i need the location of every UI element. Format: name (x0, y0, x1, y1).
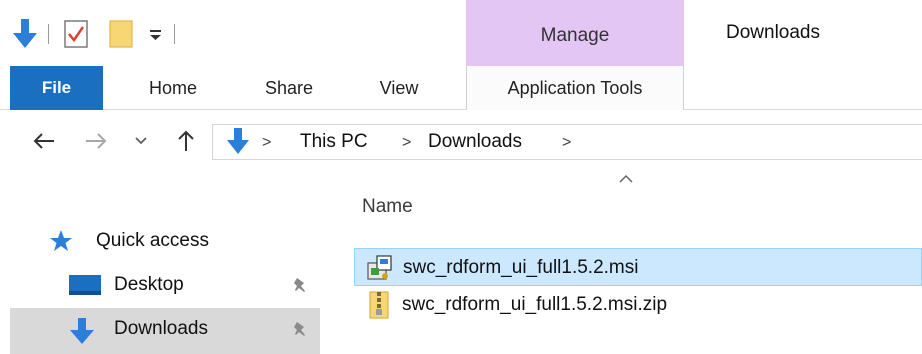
nav-item-desktop[interactable]: Desktop (10, 264, 320, 306)
file-name: swc_rdform_ui_full1.5.2.msi (403, 257, 639, 278)
title-bar: Manage Downloads (0, 0, 922, 66)
up-button[interactable] (166, 126, 206, 156)
back-arrow-icon (33, 133, 54, 149)
qat-properties-button[interactable] (62, 16, 90, 52)
properties-icon (64, 20, 88, 48)
qat-customize-dropdown[interactable] (148, 16, 164, 52)
file-row[interactable]: swc_rdform_ui_full1.5.2.msi (354, 248, 922, 286)
qat-new-folder-button[interactable] (108, 16, 134, 52)
download-arrow-icon (13, 19, 37, 48)
qat-separator (48, 24, 49, 44)
customize-dropdown-icon (150, 30, 161, 40)
breadcrumb-downloads[interactable]: Downloads (428, 131, 522, 153)
tab-application-tools[interactable]: Application Tools (466, 66, 684, 110)
window-title: Downloads (726, 22, 820, 43)
file-row[interactable]: swc_rdform_ui_full1.5.2.msi.zip (354, 286, 922, 324)
address-row: > This PC > Downloads > (0, 114, 922, 168)
ribbon-tabs: File Home Share View Application Tools (0, 66, 922, 110)
nav-label-desktop: Desktop (114, 274, 184, 295)
download-arrow-icon (227, 128, 249, 154)
new-folder-icon (109, 20, 133, 48)
file-name: swc_rdform_ui_full1.5.2.msi.zip (402, 294, 668, 315)
recent-locations-button[interactable] (126, 126, 156, 156)
nav-label-quick-access: Quick access (96, 230, 209, 251)
desktop-icon (69, 275, 101, 295)
column-header-name[interactable]: Name (362, 196, 413, 218)
pin-icon[interactable] (292, 276, 308, 294)
pin-icon[interactable] (292, 320, 308, 338)
up-arrow-icon (178, 130, 194, 151)
qat-download-button[interactable] (12, 16, 38, 52)
nav-item-quick-access[interactable]: Quick access (10, 220, 320, 262)
manage-label: Manage (540, 25, 610, 46)
chevron-down-icon (135, 137, 147, 145)
breadcrumb-this-pc[interactable]: This PC (300, 131, 368, 153)
qat-separator (174, 24, 175, 44)
address-download-icon-wrap (226, 126, 250, 161)
download-arrow-icon (70, 318, 94, 344)
msi-installer-icon (367, 255, 392, 280)
sort-ascending-icon (619, 174, 633, 183)
back-button[interactable] (24, 126, 64, 156)
zip-archive-icon (369, 291, 389, 319)
breadcrumb-separator[interactable]: > (562, 134, 571, 152)
tab-share[interactable]: Share (248, 66, 330, 110)
breadcrumb-separator[interactable]: > (402, 134, 411, 152)
navigation-pane: Quick access Desktop Downloads (0, 168, 320, 354)
forward-arrow-icon (86, 133, 107, 149)
star-icon (50, 230, 72, 251)
nav-item-downloads[interactable]: Downloads (10, 308, 320, 354)
tab-home[interactable]: Home (132, 66, 214, 110)
tab-file[interactable]: File (10, 66, 103, 110)
nav-label-downloads: Downloads (114, 318, 208, 339)
forward-button[interactable] (76, 126, 116, 156)
file-list: Name swc_rdform_ui_full1.5.2.msi swc_rdf… (340, 168, 922, 354)
tab-view[interactable]: View (364, 66, 434, 110)
breadcrumb-separator[interactable]: > (262, 134, 271, 152)
